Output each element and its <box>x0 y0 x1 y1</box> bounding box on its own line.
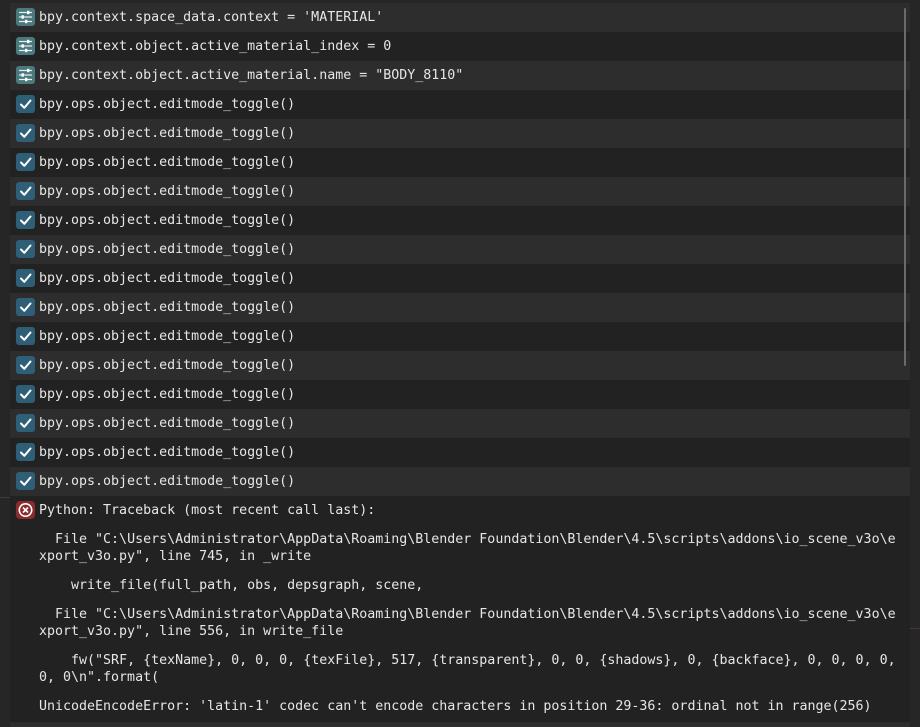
log-row-text: bpy.context.object.active_material_index… <box>39 39 392 54</box>
error-header: Python: Traceback (most recent call last… <box>39 503 376 518</box>
checkmark-icon <box>16 356 35 374</box>
log-row-error[interactable]: Python: Traceback (most recent call last… <box>10 496 910 723</box>
background-line <box>0 497 10 498</box>
info-editor[interactable]: bpy.context.space_data.context = 'MATERI… <box>0 0 920 727</box>
log-row-operator[interactable]: bpy.ops.object.editmode_toggle() <box>10 148 910 177</box>
log-row-operator[interactable]: bpy.ops.object.editmode_toggle() <box>10 438 910 467</box>
checkmark-icon <box>16 385 35 403</box>
log-row-operator[interactable]: bpy.ops.object.editmode_toggle() <box>10 90 910 119</box>
log-row-text: bpy.ops.object.editmode_toggle() <box>39 358 296 373</box>
next-report-row <box>10 722 910 727</box>
checkmark-icon <box>16 443 35 461</box>
info-log[interactable]: bpy.context.space_data.context = 'MATERI… <box>10 3 910 723</box>
log-row-operator[interactable]: bpy.ops.object.editmode_toggle() <box>10 380 910 409</box>
log-row-text: bpy.ops.object.editmode_toggle() <box>39 97 296 112</box>
log-row-text: bpy.ops.object.editmode_toggle() <box>39 416 296 431</box>
log-row-text: bpy.context.space_data.context = 'MATERI… <box>39 10 384 25</box>
checkmark-icon <box>16 182 35 200</box>
log-row-text: bpy.ops.object.editmode_toggle() <box>39 155 296 170</box>
log-row-text: bpy.ops.object.editmode_toggle() <box>39 213 296 228</box>
log-row-text: bpy.ops.object.editmode_toggle() <box>39 387 296 402</box>
log-row-operator[interactable]: bpy.ops.object.editmode_toggle() <box>10 467 910 496</box>
log-row-property[interactable]: bpy.context.object.active_material_index… <box>10 32 910 61</box>
sliders-icon <box>16 66 35 84</box>
log-row-text: bpy.ops.object.editmode_toggle() <box>39 445 296 460</box>
log-row-text: bpy.ops.object.editmode_toggle() <box>39 242 296 257</box>
log-row-operator[interactable]: bpy.ops.object.editmode_toggle() <box>10 177 910 206</box>
checkmark-icon <box>16 298 35 316</box>
traceback-line: File "C:\Users\Administrator\AppData\Roa… <box>39 532 896 564</box>
checkmark-icon <box>16 95 35 113</box>
traceback-line: File "C:\Users\Administrator\AppData\Roa… <box>39 607 896 639</box>
log-row-operator[interactable]: bpy.ops.object.editmode_toggle() <box>10 119 910 148</box>
checkmark-icon <box>16 269 35 287</box>
log-row-text: bpy.ops.object.editmode_toggle() <box>39 184 296 199</box>
checkmark-icon <box>16 211 35 229</box>
log-row-operator[interactable]: bpy.ops.object.editmode_toggle() <box>10 206 910 235</box>
log-row-text: bpy.ops.object.editmode_toggle() <box>39 300 296 315</box>
background-line <box>910 628 920 629</box>
traceback-line: fw("SRF, {texName}, 0, 0, 0, {texFile}, … <box>39 653 904 685</box>
checkmark-icon <box>16 240 35 258</box>
log-row-operator[interactable]: bpy.ops.object.editmode_toggle() <box>10 235 910 264</box>
log-row-operator[interactable]: bpy.ops.object.editmode_toggle() <box>10 409 910 438</box>
log-row-text: bpy.ops.object.editmode_toggle() <box>39 474 296 489</box>
sliders-icon <box>16 37 35 55</box>
log-row-operator[interactable]: bpy.ops.object.editmode_toggle() <box>10 351 910 380</box>
log-row-property[interactable]: bpy.context.space_data.context = 'MATERI… <box>10 3 910 32</box>
checkmark-icon <box>16 124 35 142</box>
error-message: UnicodeEncodeError: 'latin-1' codec can'… <box>39 699 872 714</box>
checkmark-icon <box>16 153 35 171</box>
sliders-icon <box>16 8 35 26</box>
log-row-property[interactable]: bpy.context.object.active_material.name … <box>10 61 910 90</box>
checkmark-icon <box>16 327 35 345</box>
log-row-operator[interactable]: bpy.ops.object.editmode_toggle() <box>10 322 910 351</box>
scrollbar[interactable] <box>904 8 906 366</box>
log-row-text: bpy.ops.object.editmode_toggle() <box>39 271 296 286</box>
log-row-text: bpy.ops.object.editmode_toggle() <box>39 126 296 141</box>
checkmark-icon <box>16 414 35 432</box>
error-x-icon <box>16 501 35 519</box>
log-row-text: bpy.ops.object.editmode_toggle() <box>39 329 296 344</box>
log-row-operator[interactable]: bpy.ops.object.editmode_toggle() <box>10 264 910 293</box>
log-row-text: bpy.context.object.active_material.name … <box>39 68 464 83</box>
traceback-line: write_file(full_path, obs, depsgraph, sc… <box>39 578 424 593</box>
checkmark-icon <box>16 472 35 490</box>
log-row-operator[interactable]: bpy.ops.object.editmode_toggle() <box>10 293 910 322</box>
